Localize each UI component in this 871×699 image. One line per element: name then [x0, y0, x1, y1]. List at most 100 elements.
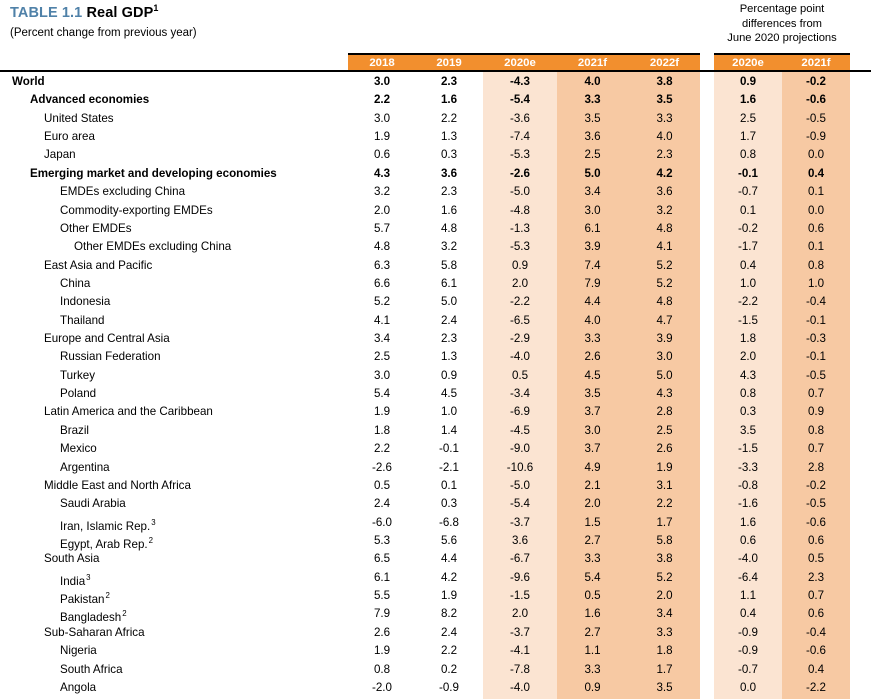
cell-2019: 2.3 — [440, 75, 458, 88]
diff-group-header: Percentage point differences from June 2… — [714, 2, 850, 46]
cell-2019: 4.4 — [440, 552, 458, 566]
cell-2018: -2.0 — [372, 680, 392, 694]
cell-2018: 6.3 — [373, 258, 391, 272]
cell-diff-2020e: 3.5 — [739, 423, 757, 437]
cell-2018: 5.3 — [373, 533, 391, 547]
cell-2021f: 3.0 — [584, 423, 601, 437]
cell-2018: 4.8 — [373, 240, 391, 254]
row-label: Russian Federation — [60, 350, 161, 364]
table-name: Real GDP — [86, 4, 154, 21]
cell-diff-2020e: -4.0 — [738, 552, 758, 566]
cell-2020e: -4.0 — [510, 350, 530, 364]
cell-2022f: 3.6 — [656, 185, 673, 199]
cell-2022f: 5.2 — [656, 276, 673, 290]
cell-2022f: 3.3 — [656, 625, 673, 639]
cell-2020e: -5.4 — [510, 497, 530, 511]
table-row: East Asia and Pacific 6.3 5.8 0.9 7.4 5.2 0.4 0… — [0, 257, 871, 275]
cell-diff-2021f: 0.1 — [807, 240, 825, 254]
row-label: World — [12, 75, 45, 88]
cell-2019: 0.1 — [440, 478, 458, 492]
cell-2022f: 2.8 — [656, 405, 673, 419]
cell-diff-2021f: 0.6 — [807, 533, 825, 547]
cell-2019: 1.4 — [440, 423, 458, 437]
page-title: TABLE 1.1 Real GDP1 — [10, 3, 530, 21]
table-row: Other EMDEs excluding China 4.8 3.2 -5.3 3.9… — [0, 238, 871, 256]
cell-diff-2021f: 0.6 — [807, 607, 825, 621]
cell-2022f: 3.5 — [656, 93, 673, 107]
table-row: Mexico 2.2 -0.1 -9.0 3.7 2.6 -1.5 0.7 — [0, 440, 871, 458]
cell-2019: 8.2 — [440, 607, 458, 621]
cell-diff-2021f: -0.5 — [806, 111, 826, 125]
table-row: Europe and Central Asia 3.4 2.3 -2.9 3.3 3.9 1… — [0, 330, 871, 348]
row-footnote-marker: 3 — [86, 572, 91, 582]
cell-2022f: 4.1 — [656, 240, 673, 254]
row-label: EMDEs excluding China — [60, 185, 186, 199]
cell-2019: 0.2 — [440, 662, 458, 676]
cell-2022f: 3.8 — [656, 75, 673, 88]
cell-diff-2021f: -0.6 — [806, 515, 826, 529]
cell-diff-2021f: -0.5 — [806, 497, 826, 511]
row-label: South Asia — [44, 552, 100, 566]
row-footnote-marker: 3 — [151, 517, 156, 527]
cell-2022f: 3.1 — [656, 478, 673, 492]
row-footnote-marker: 2 — [105, 591, 110, 601]
cell-diff-2020e: -6.4 — [738, 570, 758, 584]
cell-diff-2020e: 1.7 — [739, 130, 757, 144]
cell-2018: 2.2 — [373, 442, 391, 456]
title-block: TABLE 1.1 Real GDP1 (Percent change from… — [10, 3, 530, 39]
table-row: Pakistan2 5.5 1.9 -1.5 0.5 2.0 1.1 0.7 — [0, 587, 871, 606]
cell-2020e: 2.0 — [511, 607, 529, 621]
cell-2020e: 3.6 — [511, 533, 529, 547]
cell-2018: 3.2 — [373, 185, 391, 199]
table-row: United States 3.0 2.2 -3.6 3.5 3.3 2.5 -0.5 — [0, 110, 871, 128]
cell-2022f: 4.2 — [656, 166, 673, 180]
cell-diff-2020e: 1.6 — [739, 515, 757, 529]
cell-2022f: 2.6 — [656, 442, 673, 456]
cell-2019: 5.0 — [440, 295, 458, 309]
cell-2020e: -4.5 — [510, 423, 530, 437]
cell-2018: -2.6 — [372, 460, 392, 474]
cell-2018: 6.5 — [373, 552, 391, 566]
cell-2021f: 3.6 — [584, 130, 601, 144]
cell-2019: 6.1 — [440, 276, 458, 290]
cell-diff-2021f: -0.1 — [806, 350, 826, 364]
cell-2020e: -2.2 — [510, 295, 530, 309]
table-row: Brazil 1.8 1.4 -4.5 3.0 2.5 3.5 0.8 — [0, 422, 871, 440]
table-row: Argentina -2.6 -2.1 -10.6 4.9 1.9 -3.3 2.8 — [0, 459, 871, 477]
cell-diff-2021f: 0.9 — [807, 405, 825, 419]
cell-diff-2021f: 0.7 — [807, 442, 825, 456]
cell-diff-2020e: -2.2 — [738, 295, 758, 309]
row-label: Indonesia — [60, 295, 111, 309]
row-label: Latin America and the Caribbean — [44, 405, 213, 419]
cell-diff-2020e: -3.3 — [738, 460, 758, 474]
row-label: China — [60, 276, 91, 290]
title-footnote-marker: 1 — [153, 3, 159, 13]
cell-diff-2020e: 0.4 — [739, 258, 757, 272]
cell-2020e: -6.7 — [510, 552, 530, 566]
cell-2018: 0.6 — [373, 148, 391, 162]
cell-2021f: 3.9 — [584, 240, 601, 254]
cell-2021f: 3.3 — [584, 552, 601, 566]
cell-2021f: 1.5 — [584, 515, 601, 529]
cell-2018: 1.9 — [373, 644, 391, 658]
cell-2021f: 3.7 — [584, 442, 601, 456]
row-label: Europe and Central Asia — [44, 332, 170, 346]
cell-diff-2021f: -0.1 — [806, 313, 826, 327]
cell-2018: 2.4 — [373, 497, 391, 511]
cell-2022f: 2.0 — [656, 589, 673, 603]
cell-diff-2020e: -0.1 — [738, 166, 758, 180]
cell-diff-2021f: 0.0 — [807, 203, 825, 217]
cell-2020e: -10.6 — [506, 460, 534, 474]
cell-2019: 1.9 — [440, 589, 458, 603]
table-row: India3 6.1 4.2 -9.6 5.4 5.2 -6.4 2.3 — [0, 569, 871, 588]
cell-2022f: 2.3 — [656, 148, 673, 162]
cell-2019: 2.2 — [440, 111, 458, 125]
cell-2019: 3.6 — [440, 166, 458, 180]
cell-diff-2021f: 2.3 — [807, 570, 825, 584]
cell-diff-2020e: 0.8 — [739, 387, 757, 401]
cell-diff-2020e: 0.8 — [739, 148, 757, 162]
table-row: Advanced economies 2.2 1.6 -5.4 3.3 3.5 1.6 -0.… — [0, 91, 871, 109]
row-label: Mexico — [60, 442, 97, 456]
cell-2022f: 3.0 — [656, 350, 673, 364]
cell-2021f: 4.5 — [584, 368, 601, 382]
